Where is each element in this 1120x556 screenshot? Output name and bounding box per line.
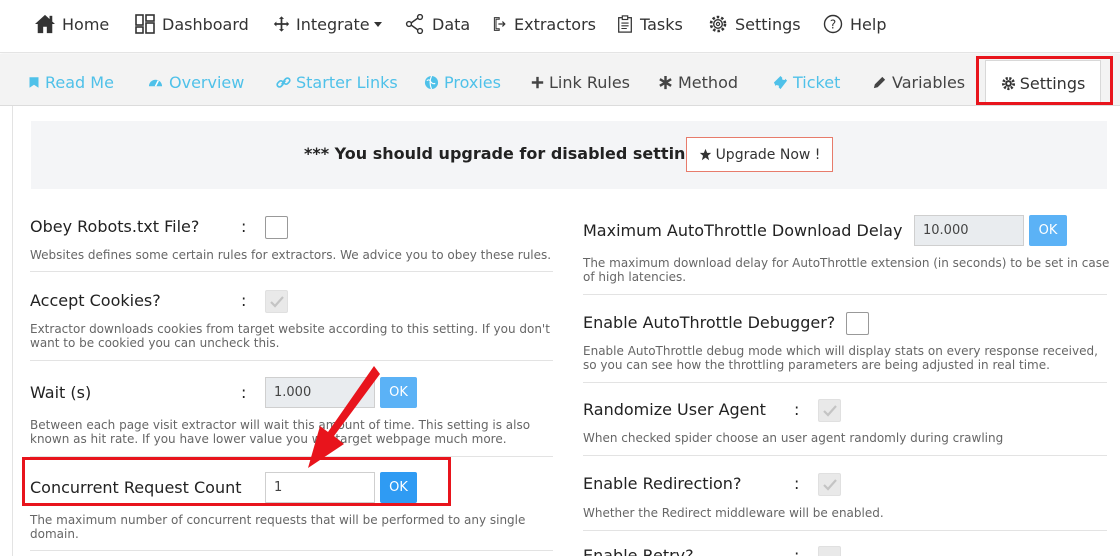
- nav-integrate[interactable]: Integrate: [273, 12, 382, 36]
- user-agent-colon: :: [794, 400, 800, 419]
- redirection-checkbox[interactable]: [818, 473, 841, 496]
- max-delay-description: The maximum download delay for AutoThrot…: [583, 256, 1110, 284]
- wait-colon: :: [241, 383, 247, 402]
- star-icon: [699, 148, 711, 161]
- highlight-settings-tab: [976, 56, 1113, 105]
- max-delay-ok-button[interactable]: OK: [1029, 215, 1067, 246]
- nav-help[interactable]: ? Help: [822, 12, 886, 36]
- debugger-description: Enable AutoThrottle debug mode which wil…: [583, 344, 1098, 372]
- tab-proxies-label: Proxies: [444, 72, 501, 92]
- nav-extractors[interactable]: Extractors: [492, 12, 596, 36]
- cookies-checkbox[interactable]: [265, 290, 288, 313]
- cookies-label: Accept Cookies?: [30, 291, 161, 310]
- concurrent-description: The maximum number of concurrent request…: [30, 513, 526, 541]
- tab-variables-label: Variables: [892, 72, 966, 92]
- asterisk-icon: [659, 75, 672, 89]
- nav-integrate-label: Integrate: [296, 14, 370, 34]
- ticket-icon: [773, 75, 788, 89]
- debugger-label: Enable AutoThrottle Debugger?: [583, 313, 836, 332]
- redirection-description: Whether the Redirect middleware will be …: [583, 506, 884, 520]
- tab-method[interactable]: Method: [658, 69, 738, 95]
- wait-description: Between each page visit extractor will w…: [30, 418, 531, 446]
- upgrade-now-button[interactable]: Upgrade Now !: [686, 137, 833, 172]
- dashboard-icon: [135, 14, 155, 34]
- plus-icon: [531, 76, 544, 88]
- nav-dashboard[interactable]: Dashboard: [134, 12, 249, 36]
- bookmark-icon: [29, 76, 39, 88]
- wait-label: Wait (s): [30, 383, 92, 402]
- sign-in-icon: [493, 17, 506, 31]
- check-icon: [823, 479, 837, 491]
- divider: [583, 382, 1107, 383]
- tab-ticket-label: Ticket: [793, 72, 841, 92]
- tab-variables[interactable]: Variables: [872, 69, 965, 95]
- check-icon: [823, 405, 837, 417]
- nav-settings-label: Settings: [735, 14, 801, 34]
- share-nodes-icon: [405, 14, 424, 34]
- clipboard-icon: [618, 15, 632, 33]
- retry-checkbox[interactable]: [818, 546, 841, 556]
- link-icon: [276, 76, 291, 88]
- debugger-checkbox[interactable]: [846, 312, 869, 335]
- arrows-move-icon: [273, 16, 290, 32]
- robots-checkbox[interactable]: [265, 216, 288, 239]
- chevron-down-icon: [373, 21, 382, 27]
- divider: [30, 360, 553, 361]
- globe-icon: [424, 75, 439, 89]
- home-icon: [35, 14, 55, 34]
- upgrade-now-label: Upgrade Now !: [715, 146, 821, 163]
- cookies-colon: :: [241, 291, 247, 310]
- top-navbar: Home Dashboard Integrate Data Extractors…: [0, 0, 1120, 53]
- nav-data[interactable]: Data: [404, 12, 470, 36]
- retry-colon: :: [794, 546, 800, 556]
- max-delay-input[interactable]: [914, 215, 1024, 246]
- divider: [583, 455, 1107, 456]
- pencil-icon: [873, 76, 886, 88]
- tab-ticket[interactable]: Ticket: [773, 69, 840, 95]
- tab-overview-label: Overview: [169, 72, 245, 92]
- nav-data-label: Data: [432, 14, 471, 34]
- divider: [30, 550, 553, 551]
- redirection-colon: :: [794, 474, 800, 493]
- cookies-description: Extractor downloads cookies from target …: [30, 322, 550, 350]
- gear-icon: [709, 15, 727, 33]
- nav-dashboard-label: Dashboard: [162, 14, 249, 34]
- nav-settings[interactable]: Settings: [707, 12, 801, 36]
- tab-link-rules[interactable]: Link Rules: [531, 69, 630, 95]
- nav-help-label: Help: [850, 14, 887, 34]
- tab-read-me-label: Read Me: [45, 72, 114, 92]
- tab-starter-links-label: Starter Links: [296, 72, 398, 92]
- svg-text:?: ?: [830, 18, 836, 32]
- tab-overview[interactable]: Overview: [147, 69, 244, 95]
- help-circle-icon: ?: [823, 14, 843, 34]
- annotation-arrow-icon: [308, 366, 380, 468]
- tab-proxies[interactable]: Proxies: [424, 69, 501, 95]
- tachometer-icon: [148, 79, 163, 87]
- divider: [583, 530, 1107, 531]
- user-agent-checkbox[interactable]: [818, 399, 841, 422]
- tab-starter-links[interactable]: Starter Links: [276, 69, 398, 95]
- redirection-label: Enable Redirection?: [583, 474, 742, 493]
- robots-description: Websites defines some certain rules for …: [30, 248, 552, 262]
- user-agent-description: When checked spider choose an user agent…: [583, 431, 1004, 445]
- tab-read-me[interactable]: Read Me: [28, 69, 114, 95]
- retry-label: Enable Retry?: [583, 546, 694, 556]
- user-agent-label: Randomize User Agent: [583, 400, 766, 419]
- robots-label: Obey Robots.txt File?: [30, 217, 200, 236]
- divider: [583, 294, 1107, 295]
- nav-home[interactable]: Home: [34, 12, 109, 36]
- max-delay-label: Maximum AutoThrottle Download Delay: [583, 221, 903, 240]
- tab-link-rules-label: Link Rules: [549, 72, 631, 92]
- nav-tasks-label: Tasks: [640, 14, 683, 34]
- nav-home-label: Home: [62, 14, 110, 34]
- nav-extractors-label: Extractors: [514, 14, 597, 34]
- upgrade-message: *** You should upgrade for disabled sett…: [304, 144, 713, 163]
- divider: [30, 271, 553, 272]
- robots-colon: :: [241, 217, 247, 236]
- nav-tasks[interactable]: Tasks: [616, 12, 683, 36]
- check-icon: [270, 296, 284, 308]
- tab-method-label: Method: [678, 72, 739, 92]
